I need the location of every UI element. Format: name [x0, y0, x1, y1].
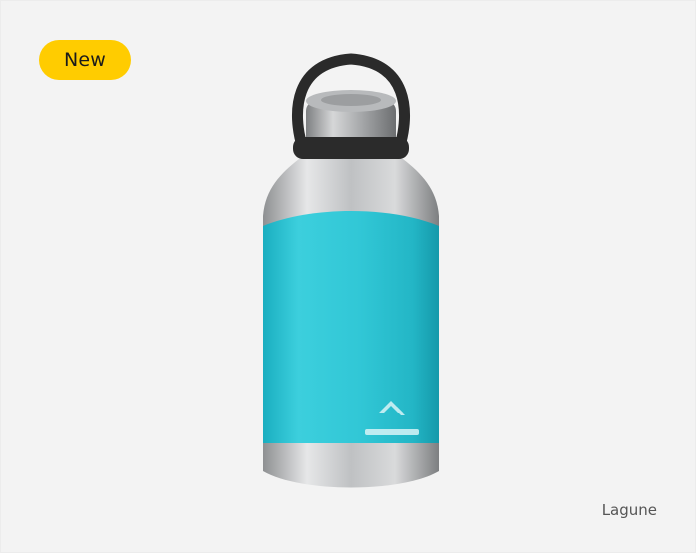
color-name-label: Lagune [601, 501, 657, 519]
new-badge: New [39, 40, 131, 80]
product-image[interactable] [251, 41, 451, 501]
insulated-bottle-icon [263, 53, 439, 488]
product-card[interactable]: New Lagune [0, 0, 696, 553]
